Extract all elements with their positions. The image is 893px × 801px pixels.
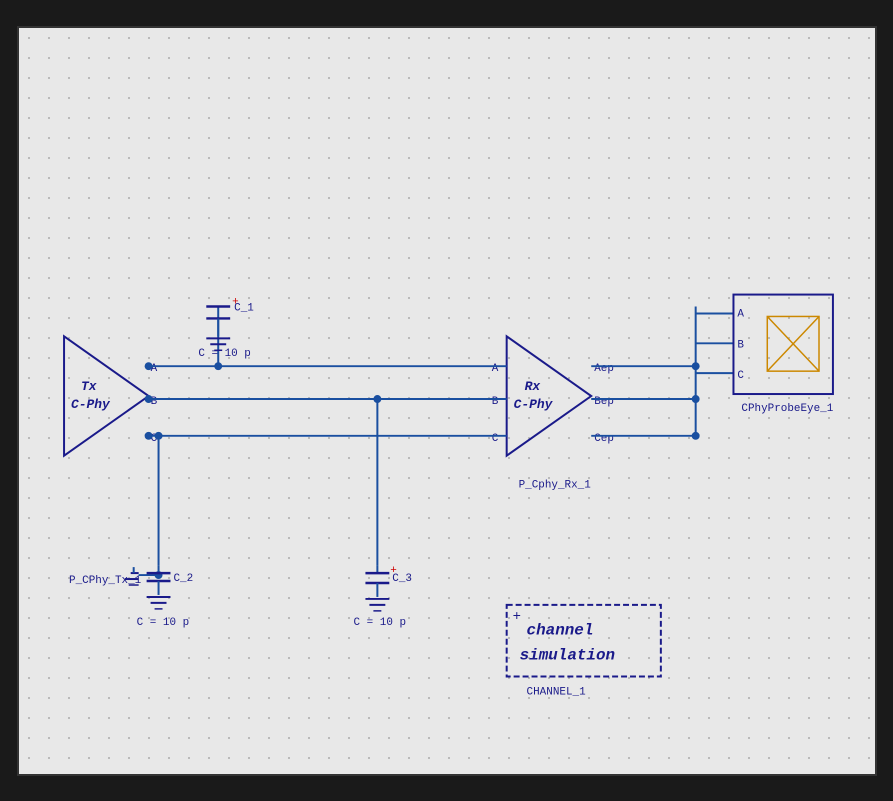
rx-label: Rx [524, 379, 540, 394]
c1-label: C_1 [234, 302, 254, 314]
probe-port-a: A [737, 308, 744, 320]
channel-sublabel: CHANNEL_1 [526, 686, 586, 698]
node-aep [691, 362, 699, 370]
c1-value: C = 10 p [198, 348, 251, 360]
channel-plus: + [512, 608, 520, 624]
channel-label1: channel [526, 621, 593, 639]
p-rx-label: P_Cphy_Rx_1 [518, 479, 591, 491]
probe-port-b: B [737, 339, 744, 351]
node-tx-b [144, 395, 152, 403]
rx-port-c-in: C [491, 432, 498, 444]
tx-cphy-label: C-Phy [71, 396, 111, 411]
probe-label: CPhyProbeEye_1 [741, 402, 833, 414]
rx-port-a-in: A [491, 363, 498, 375]
node-bep [691, 395, 699, 403]
probe-box [733, 294, 832, 393]
probe-port-c: C [737, 370, 744, 382]
rx-cphy-label: C-Phy [513, 396, 553, 411]
channel-box [506, 604, 660, 676]
c3-value: C = 10 p [353, 616, 406, 628]
tx-label: Tx [80, 379, 96, 394]
schematic-canvas: Tx C-Phy A B C Rx C-Phy A B C Aep Bep Ce… [17, 26, 877, 776]
node-cep [691, 431, 699, 439]
rx-port-aep: Aep [594, 363, 614, 375]
rx-port-b-in: B [491, 395, 498, 407]
c2-value: C = 10 p [136, 616, 189, 628]
node-tx-c [144, 431, 152, 439]
rx-port-cep: Cep [594, 432, 614, 444]
rx-port-bep: Bep [594, 395, 614, 407]
c3-label: C_3 [392, 573, 412, 585]
node-tx-a [144, 362, 152, 370]
channel-label2: simulation [519, 646, 614, 664]
c2-label: C_2 [173, 573, 193, 585]
c1-node [214, 362, 222, 370]
